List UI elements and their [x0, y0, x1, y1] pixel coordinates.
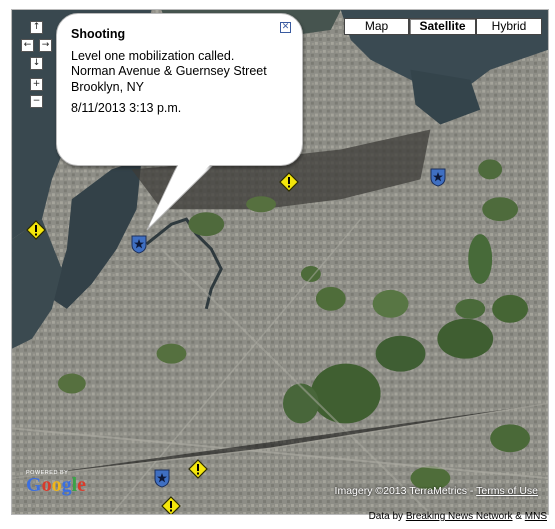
warning-marker-north[interactable]: [279, 172, 299, 197]
incident-description: Level one mobilization called.: [71, 48, 235, 63]
incident-title: Shooting: [71, 27, 126, 41]
zoom-out-button[interactable]: −: [30, 95, 43, 108]
shield-star-icon: [430, 168, 446, 187]
warning-marker-south-east[interactable]: [188, 459, 208, 484]
map-type-satellite-button[interactable]: Satellite: [409, 18, 476, 35]
pan-right-button[interactable]: →: [39, 39, 52, 52]
pan-down-button[interactable]: ↓: [30, 57, 43, 70]
google-wordmark: Google: [26, 474, 87, 496]
shield-star-icon: [131, 235, 147, 254]
police-marker-east[interactable]: [430, 168, 446, 192]
terms-of-use-link[interactable]: Terms of Use: [476, 485, 538, 497]
map-type-map-button[interactable]: Map: [344, 18, 409, 35]
copyright-separator: -: [466, 485, 477, 497]
incident-city: Brooklyn, NY: [71, 79, 144, 94]
warning-diamond-icon: [279, 172, 299, 192]
info-window-content: Shooting Level one mobilization called. …: [71, 27, 291, 117]
close-icon[interactable]: ✕: [280, 22, 291, 33]
warning-diamond-icon: [26, 220, 46, 240]
map-type-hybrid-button[interactable]: Hybrid: [476, 18, 542, 35]
incident-location: Norman Avenue & Guernsey Street: [71, 64, 267, 78]
pan-up-button[interactable]: ↑: [30, 21, 43, 34]
police-marker-shooting[interactable]: [131, 235, 147, 259]
attribution-amp: &: [512, 511, 525, 522]
breaking-news-network-link[interactable]: Breaking News Network: [406, 511, 513, 522]
warning-marker-south[interactable]: [161, 496, 181, 514]
mns-link[interactable]: MNS: [525, 511, 547, 522]
attribution-prefix: Data by: [368, 511, 406, 522]
google-logo[interactable]: POWERED BY Google: [26, 470, 87, 496]
warning-diamond-icon: [161, 496, 181, 514]
imagery-copyright: Imagery ©2013 TerraMetrics - Terms of Us…: [335, 485, 538, 497]
shield-star-icon: [154, 469, 170, 488]
zoom-in-button[interactable]: +: [30, 78, 43, 91]
incident-timestamp: 8/11/2013 3:13 p.m.: [71, 101, 182, 115]
pan-left-button[interactable]: ←: [21, 39, 34, 52]
data-attribution: Data by Breaking News Network & MNS: [369, 511, 547, 522]
police-marker-south[interactable]: [154, 469, 170, 493]
warning-diamond-icon: [188, 459, 208, 479]
imagery-text: Imagery ©2013 TerraMetrics: [334, 485, 467, 497]
warning-marker-west[interactable]: [26, 220, 46, 245]
